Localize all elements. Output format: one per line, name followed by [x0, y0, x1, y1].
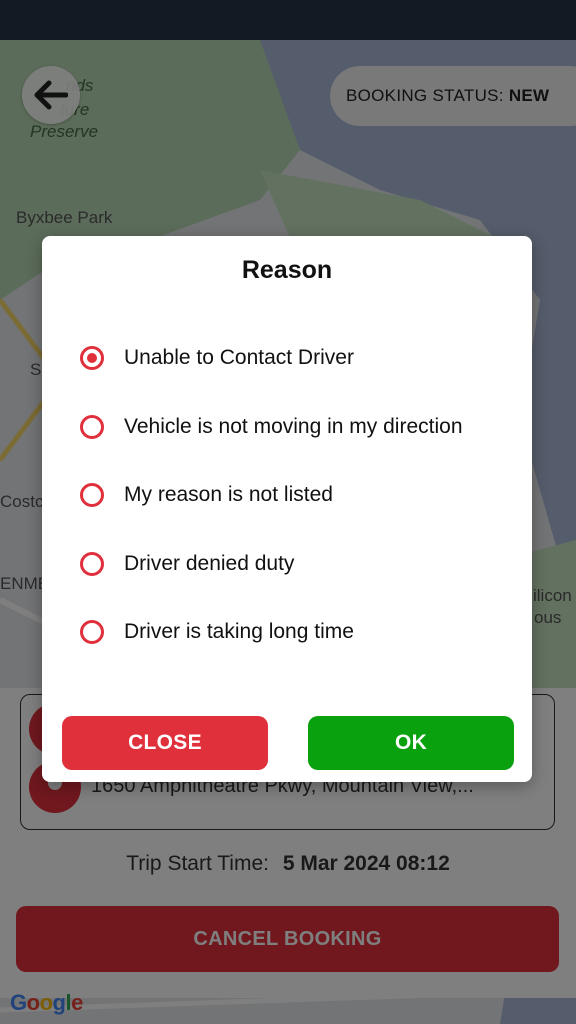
- radio-button[interactable]: [80, 620, 104, 645]
- reason-option-label: Driver denied duty: [124, 551, 295, 575]
- radio-button[interactable]: [80, 551, 104, 576]
- reason-option-label: Vehicle is not moving in my direction: [124, 414, 463, 438]
- close-button[interactable]: CLOSE: [62, 716, 268, 770]
- reason-dialog: Reason Unable to Contact Driver Vehicle …: [42, 236, 532, 782]
- radio-button[interactable]: [80, 483, 104, 508]
- reason-option-label: Unable to Contact Driver: [124, 346, 354, 370]
- radio-button[interactable]: [80, 346, 104, 371]
- reason-option[interactable]: Vehicle is not moving in my direction: [80, 393, 530, 462]
- reason-option[interactable]: My reason is not listed: [80, 461, 530, 530]
- reason-option[interactable]: Unable to Contact Driver: [80, 324, 530, 393]
- radio-button[interactable]: [80, 414, 104, 439]
- reason-options: Unable to Contact Driver Vehicle is not …: [80, 324, 530, 667]
- ok-button[interactable]: OK: [308, 716, 514, 770]
- reason-option[interactable]: Driver is taking long time: [80, 598, 530, 667]
- reason-option[interactable]: Driver denied duty: [80, 530, 530, 599]
- dialog-title: Reason: [241, 256, 333, 284]
- reason-option-label: Driver is taking long time: [124, 620, 354, 644]
- reason-option-label: My reason is not listed: [124, 483, 333, 507]
